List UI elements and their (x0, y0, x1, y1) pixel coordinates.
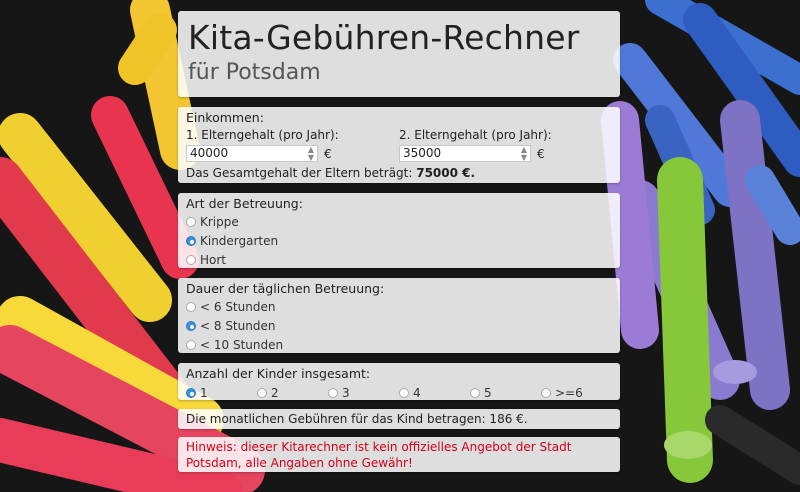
kids-option-label: 4 (413, 385, 421, 400)
radio-selected-icon[interactable] (186, 235, 196, 246)
kids-count-section: Anzahl der Kinder insgesamt: 1 2 3 4 5 >… (178, 363, 620, 400)
duration-option-8h[interactable]: < 8 Stunden (186, 316, 612, 335)
parent1-currency: € (324, 146, 332, 161)
total-income-line: Das Gesamtgehalt der Eltern beträgt: 750… (186, 165, 612, 181)
kids-option-label: 3 (342, 385, 350, 400)
duration-title: Dauer der täglichen Betreuung: (186, 281, 385, 296)
total-income-label: Das Gesamtgehalt der Eltern beträgt: (186, 166, 413, 180)
duration-option-label: < 6 Stunden (200, 299, 276, 314)
parent2-income-input[interactable]: 35000 ▲ ▼ (399, 145, 531, 162)
fee-result-panel: Die monatlichen Gebühren für das Kind be… (178, 409, 620, 429)
kids-option-4[interactable]: 4 (399, 383, 470, 402)
care-option-hort[interactable]: Hort (186, 250, 612, 269)
header-panel: Kita-Gebühren-Rechner für Potsdam (178, 11, 620, 97)
parent1-income-input[interactable]: 40000 ▲ ▼ (186, 145, 318, 162)
parent1-income-label: 1. Elterngehalt (pro Jahr): (186, 128, 339, 142)
kids-option-2[interactable]: 2 (257, 383, 328, 402)
parent1-income-spinner[interactable]: ▲ ▼ (308, 145, 314, 162)
duration-option-label: < 10 Stunden (200, 337, 284, 352)
disclaimer-text: Hinweis: dieser Kitarechner ist kein off… (186, 440, 572, 470)
care-option-label: Krippe (200, 214, 239, 229)
radio-icon[interactable] (541, 387, 551, 398)
kids-option-label: 1 (200, 385, 208, 400)
radio-icon[interactable] (399, 387, 409, 398)
kids-option-6plus[interactable]: >=6 (541, 383, 612, 402)
parent2-income-value: 35000 (403, 146, 442, 160)
radio-icon[interactable] (186, 339, 196, 350)
care-type-section: Art der Betreuung: Krippe Kindergarten H… (178, 193, 620, 268)
radio-icon[interactable] (257, 387, 267, 398)
kids-option-5[interactable]: 5 (470, 383, 541, 402)
fee-result-text: Die monatlichen Gebühren für das Kind be… (186, 412, 528, 426)
care-option-krippe[interactable]: Krippe (186, 212, 612, 231)
disclaimer-panel: Hinweis: dieser Kitarechner ist kein off… (178, 437, 620, 472)
duration-option-label: < 8 Stunden (200, 318, 276, 333)
kids-option-label: 2 (271, 385, 279, 400)
care-type-title: Art der Betreuung: (186, 196, 303, 211)
kids-option-1[interactable]: 1 (186, 383, 257, 402)
parent2-income-spinner[interactable]: ▲ ▼ (521, 145, 527, 162)
parent2-income-label: 2. Elterngehalt (pro Jahr): (399, 128, 552, 142)
radio-selected-icon[interactable] (186, 320, 196, 331)
duration-option-10h[interactable]: < 10 Stunden (186, 335, 612, 354)
radio-icon[interactable] (186, 254, 196, 265)
duration-option-6h[interactable]: < 6 Stunden (186, 297, 612, 316)
kids-count-title: Anzahl der Kinder insgesamt: (186, 366, 371, 381)
page-title: Kita-Gebühren-Rechner (188, 18, 580, 57)
duration-section: Dauer der täglichen Betreuung: < 6 Stund… (178, 278, 620, 353)
kids-option-label: 5 (484, 385, 492, 400)
radio-selected-icon[interactable] (186, 387, 196, 398)
care-option-label: Kindergarten (200, 233, 279, 248)
income-section: Einkommen: 1. Elterngehalt (pro Jahr): 4… (178, 107, 620, 183)
radio-icon[interactable] (186, 216, 196, 227)
kids-option-label: >=6 (555, 385, 583, 400)
radio-icon[interactable] (470, 387, 480, 398)
radio-icon[interactable] (328, 387, 338, 398)
care-option-label: Hort (200, 252, 227, 267)
care-option-kindergarten[interactable]: Kindergarten (186, 231, 612, 250)
income-title: Einkommen: (186, 110, 264, 125)
page-subtitle: für Potsdam (188, 60, 321, 85)
total-income-value: 75000 €. (416, 166, 476, 180)
radio-icon[interactable] (186, 301, 196, 312)
kids-option-3[interactable]: 3 (328, 383, 399, 402)
parent1-income-value: 40000 (190, 146, 229, 160)
parent2-currency: € (537, 146, 545, 161)
